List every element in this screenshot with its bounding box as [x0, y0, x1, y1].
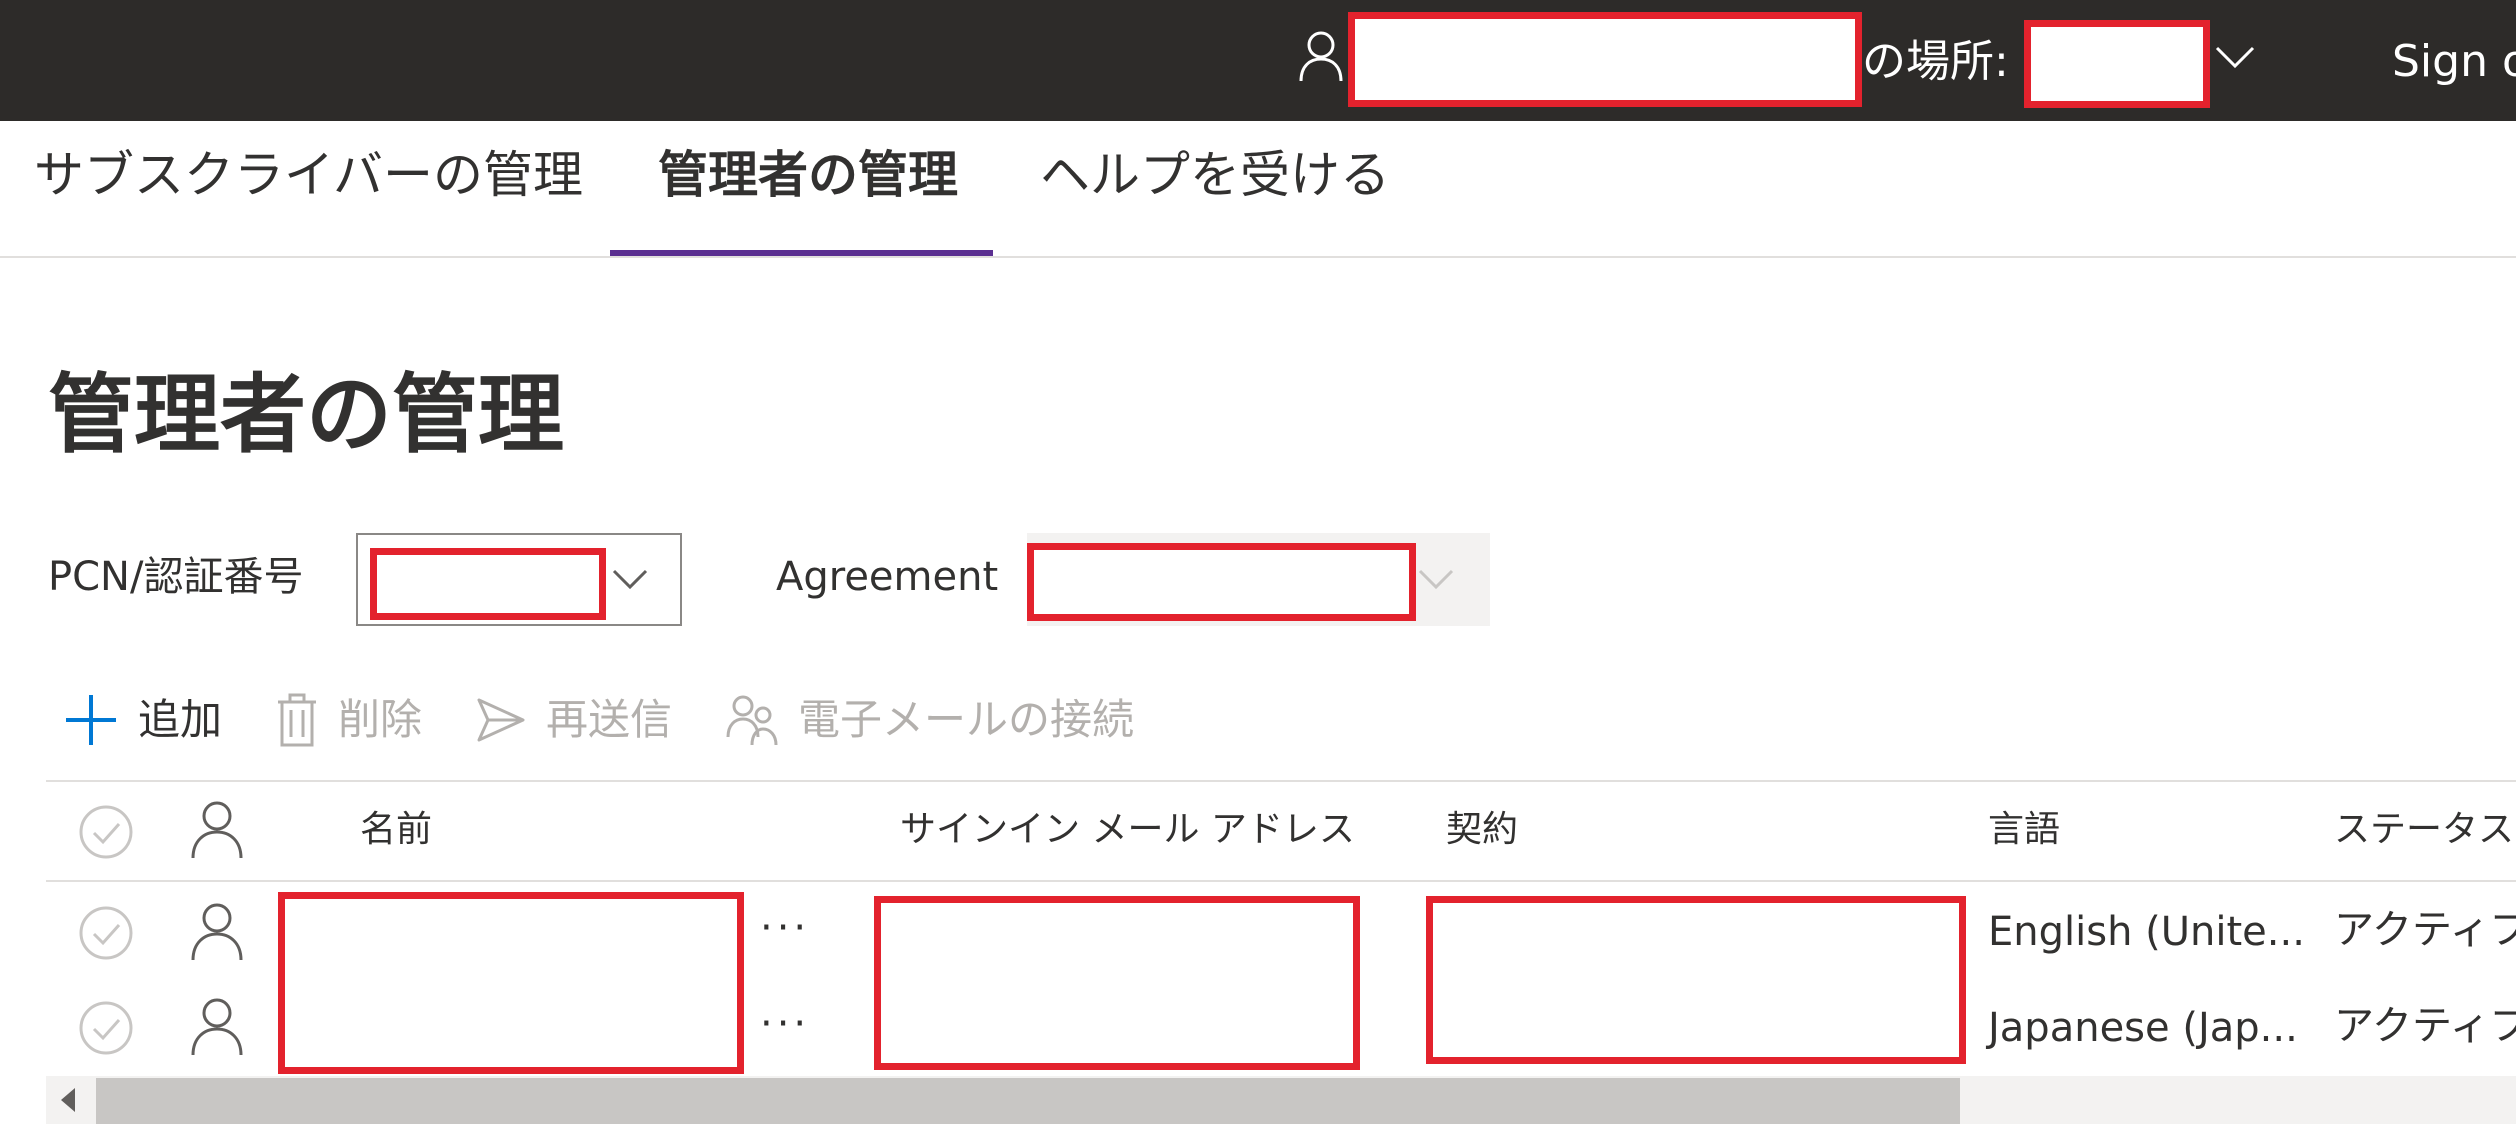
column-header-status[interactable]: ステータス [2334, 812, 2514, 848]
row-select-checkmark-icon[interactable] [78, 905, 134, 961]
add-button[interactable]: 追加 [64, 690, 222, 750]
redacted-emails [874, 896, 1360, 1070]
header-divider [46, 880, 2516, 882]
send-icon [477, 698, 525, 742]
resend-button[interactable]: 再送信 [476, 690, 672, 750]
tab-get-help[interactable]: ヘルプを受ける [1040, 150, 1390, 200]
person-icon [191, 998, 243, 1056]
redacted-user-name [1348, 12, 1862, 107]
row-more-options-icon[interactable]: ··· [760, 1004, 810, 1044]
pcn-chevron-down-icon[interactable] [612, 568, 648, 590]
column-header-agreement[interactable]: 契約 [1446, 812, 1518, 848]
redacted-location-selector[interactable] [2024, 20, 2210, 108]
delete-button[interactable]: 削除 [276, 690, 422, 750]
sign-out-link[interactable]: Sign out [2392, 40, 2516, 84]
row-select-checkmark-icon[interactable] [78, 1000, 134, 1056]
row-language: English (Unite... [1988, 909, 2305, 955]
tab-admin-management[interactable]: 管理者の管理 [658, 150, 958, 200]
agreement-label: Agreement [776, 554, 999, 600]
email-connect-label: 電子メールの接続 [798, 695, 1135, 744]
resend-label: 再送信 [546, 695, 673, 744]
row-status: アクティブ [2334, 907, 2516, 953]
select-all-checkmark-icon[interactable] [78, 804, 134, 860]
column-header-name[interactable]: 名前 [360, 812, 432, 848]
people-icon [726, 695, 778, 746]
row-status: アクティブ [2334, 1003, 2516, 1049]
plus-icon [66, 695, 116, 745]
add-label: 追加 [138, 695, 223, 744]
delete-label: 削除 [338, 695, 423, 744]
agreement-chevron-down-icon[interactable] [1418, 568, 1454, 590]
location-label: の場所: [1862, 36, 2009, 87]
chevron-down-icon[interactable] [2214, 44, 2256, 70]
redacted-agreements [1426, 896, 1966, 1064]
redacted-pcn-value [370, 548, 606, 620]
table-top-border [46, 780, 2516, 782]
trash-icon [278, 693, 316, 747]
redacted-names [278, 892, 744, 1074]
email-connect-button[interactable]: 電子メールの接続 [726, 690, 1134, 750]
horizontal-scrollbar-thumb[interactable] [96, 1078, 1960, 1124]
top-bar: の場所: Sign out [0, 0, 2516, 121]
row-language: Japanese (Jap... [1988, 1005, 2298, 1051]
person-icon [191, 903, 243, 961]
person-column-icon [191, 801, 243, 859]
redacted-agreement-value [1027, 543, 1416, 621]
pcn-label: PCN/認証番号 [48, 554, 304, 600]
tab-subscriber-management[interactable]: サブスクライバーの管理 [34, 150, 583, 200]
page-title: 管理者の管理 [48, 365, 564, 465]
column-header-email[interactable]: サインイン メール アドレス [900, 812, 1355, 848]
scroll-left-arrow-icon[interactable] [58, 1086, 78, 1114]
column-header-language[interactable]: 言語 [1988, 812, 2060, 848]
nav-divider [0, 256, 2516, 258]
row-more-options-icon[interactable]: ··· [760, 908, 810, 948]
user-icon [1299, 31, 1343, 82]
